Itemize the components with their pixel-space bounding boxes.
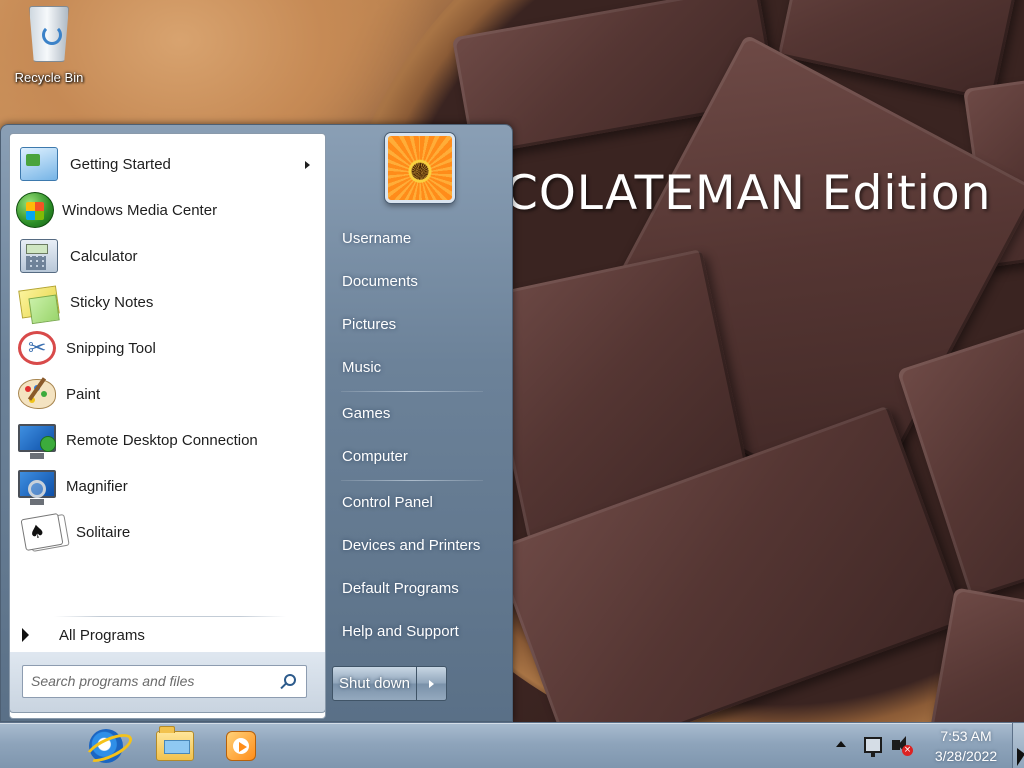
search-input[interactable] — [31, 673, 271, 689]
windows-media-center-icon — [16, 192, 54, 228]
right-link-help-and-support[interactable]: Help and Support — [329, 613, 507, 649]
right-separator — [341, 391, 483, 392]
search-area — [9, 652, 326, 713]
program-getting-started[interactable]: Getting Started — [12, 142, 324, 186]
getting-started-icon — [20, 147, 58, 181]
taskbar-windows-explorer[interactable] — [145, 725, 205, 766]
network-icon[interactable] — [864, 737, 882, 757]
remote-desktop-icon — [18, 424, 56, 459]
media-player-icon — [226, 730, 256, 761]
right-separator — [341, 480, 483, 481]
right-link-devices-and-printers[interactable]: Devices and Printers — [329, 527, 507, 563]
program-magnifier[interactable]: Magnifier — [12, 464, 324, 508]
program-label: Remote Desktop Connection — [66, 431, 258, 449]
paint-icon — [18, 379, 56, 409]
right-link-music[interactable]: Music — [329, 349, 507, 385]
mouse-cursor-icon — [1017, 748, 1024, 766]
user-account-picture[interactable] — [385, 133, 455, 203]
start-menu-programs-pane: Getting Started Windows Media Center Cal… — [9, 133, 326, 719]
clock[interactable]: 7:53 AM 3/28/2022 — [925, 726, 1007, 766]
program-label: Magnifier — [66, 477, 128, 495]
magnifier-icon — [18, 470, 56, 505]
right-link-default-programs[interactable]: Default Programs — [329, 570, 507, 606]
right-link-user-folder[interactable]: Username — [329, 220, 507, 256]
program-solitaire[interactable]: Solitaire — [12, 510, 324, 554]
right-link-games[interactable]: Games — [329, 395, 507, 431]
submenu-arrow-icon[interactable] — [305, 161, 310, 169]
right-link-control-panel[interactable]: Control Panel — [329, 484, 507, 520]
clock-date: 3/28/2022 — [934, 748, 998, 764]
right-link-pictures[interactable]: Pictures — [329, 306, 507, 342]
desktop-icon-recycle-bin[interactable]: Recycle Bin — [6, 6, 92, 85]
show-hidden-icons-icon[interactable] — [836, 741, 846, 747]
recycle-bin-icon — [29, 6, 69, 62]
all-programs-label: All Programs — [59, 626, 145, 644]
internet-explorer-icon — [89, 728, 123, 763]
program-label: Getting Started — [70, 155, 171, 173]
programs-separator — [54, 616, 286, 617]
start-menu: Getting Started Windows Media Center Cal… — [0, 124, 513, 722]
expand-arrow-icon — [22, 628, 29, 642]
program-label: Snipping Tool — [66, 339, 156, 357]
shutdown-options-arrow-icon[interactable] — [417, 666, 447, 701]
taskbar: × 7:53 AM 3/28/2022 — [0, 722, 1024, 768]
search-box[interactable] — [22, 665, 307, 698]
program-label: Paint — [66, 385, 101, 403]
all-programs-button[interactable]: All Programs — [12, 622, 324, 648]
program-remote-desktop-connection[interactable]: Remote Desktop Connection — [12, 418, 324, 462]
snipping-tool-icon — [18, 331, 56, 365]
shutdown-button[interactable]: Shut down — [332, 666, 417, 701]
calculator-icon — [20, 239, 58, 273]
search-icon[interactable] — [284, 674, 296, 686]
solitaire-icon — [20, 512, 64, 552]
taskbar-internet-explorer[interactable] — [76, 725, 136, 766]
program-snipping-tool[interactable]: Snipping Tool — [12, 326, 324, 370]
program-calculator[interactable]: Calculator — [12, 234, 324, 278]
program-label: Solitaire — [76, 523, 131, 541]
taskbar-media-player[interactable] — [211, 725, 271, 766]
folder-icon — [156, 725, 194, 761]
program-label: Windows Media Center — [62, 201, 218, 219]
program-paint[interactable]: Paint — [12, 372, 324, 416]
sticky-notes-icon — [18, 285, 60, 319]
program-windows-media-center[interactable]: Windows Media Center — [12, 188, 324, 232]
desktop-icon-label: Recycle Bin — [14, 70, 84, 85]
program-label: Calculator — [70, 247, 138, 265]
wallpaper-edition-text: COLATEMAN Edition — [505, 166, 992, 221]
volume-muted-icon[interactable] — [892, 736, 906, 754]
shutdown-group: Shut down — [332, 666, 447, 701]
program-label: Sticky Notes — [70, 293, 154, 311]
program-sticky-notes[interactable]: Sticky Notes — [12, 280, 324, 324]
right-link-computer[interactable]: Computer — [329, 438, 507, 474]
clock-time: 7:53 AM — [940, 728, 992, 744]
muted-badge-icon: × — [902, 745, 913, 756]
right-link-documents[interactable]: Documents — [329, 263, 507, 299]
